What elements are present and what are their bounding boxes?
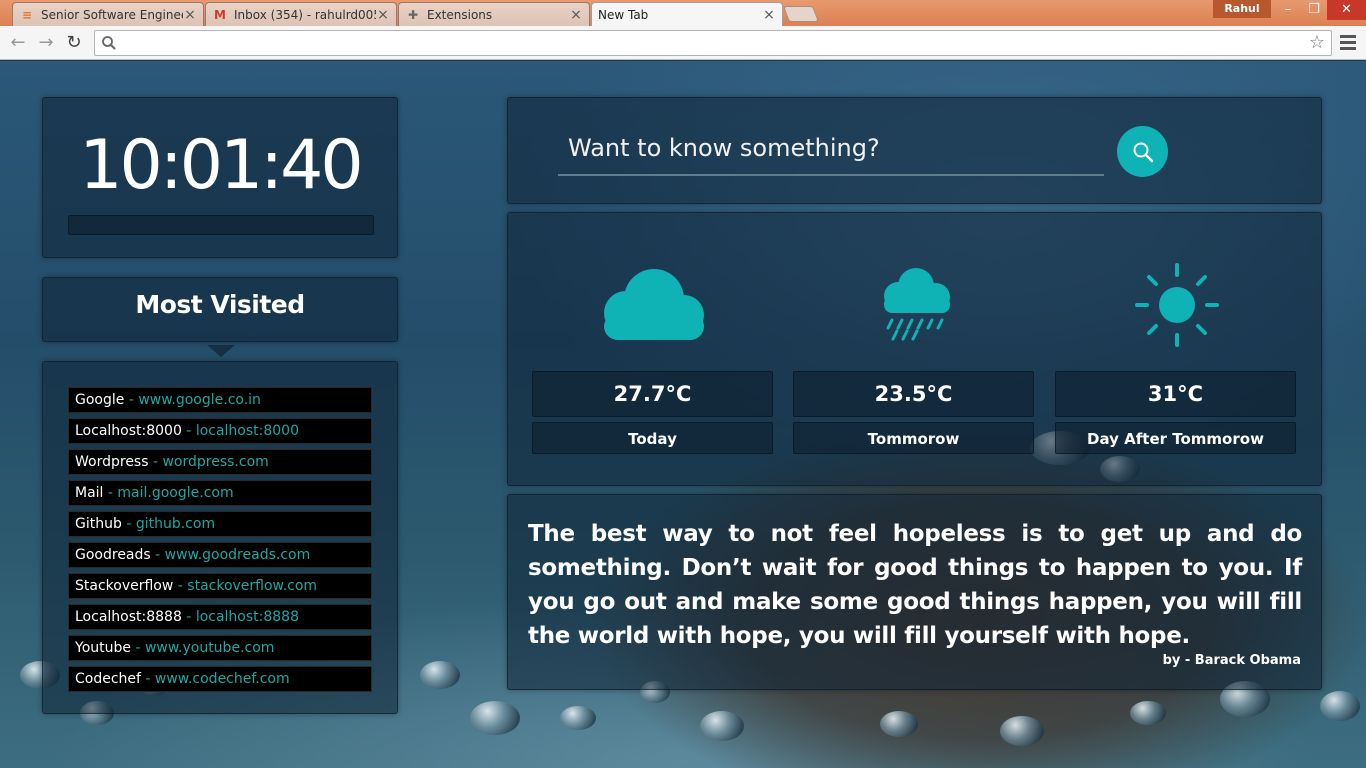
site-url[interactable]: stackoverflow.com <box>187 578 317 594</box>
site-url[interactable]: localhost:8888 <box>196 609 299 625</box>
site-name: Mail <box>75 485 104 501</box>
site-name: Youtube <box>75 640 131 656</box>
chevron-down-icon <box>207 345 235 357</box>
bookmark-star-icon[interactable]: ☆ <box>1309 32 1325 53</box>
separator: - <box>150 547 165 563</box>
address-input[interactable] <box>123 33 1303 53</box>
back-button[interactable]: ← <box>6 31 30 55</box>
cloud-icon <box>604 269 704 340</box>
weather-day-day-after: Day After Tommorow <box>1055 422 1296 454</box>
quote-text: The best way to not feel hopeless is to … <box>528 521 1302 649</box>
search-input[interactable] <box>558 122 1104 176</box>
quote-author: by - Barack Obama <box>1162 653 1301 668</box>
clock-progress-bar <box>68 215 374 235</box>
chrome-menu-button[interactable] <box>1338 32 1358 54</box>
site-name: Wordpress <box>75 454 149 470</box>
close-tab-icon[interactable]: × <box>762 7 776 23</box>
list-item[interactable]: Goodreads - www.goodreads.com <box>68 542 372 568</box>
close-tab-icon[interactable]: × <box>376 7 390 23</box>
clock-time: 10:01:40 <box>79 126 363 205</box>
new-tab-page: 10:01:40 Most Visited Google - www.googl… <box>0 61 1366 768</box>
search-icon <box>1133 142 1153 162</box>
separator: - <box>124 392 139 408</box>
separator: - <box>140 671 155 687</box>
site-url[interactable]: localhost:8000 <box>196 423 299 439</box>
list-item[interactable]: Wordpress - wordpress.com <box>68 449 372 475</box>
stackoverflow-icon: ≡ <box>21 7 33 22</box>
most-visited-list: Google - www.google.co.in Localhost:8000… <box>42 361 398 714</box>
close-tab-icon[interactable]: × <box>183 7 197 23</box>
weather-temp-tomorrow: 23.5°C <box>793 371 1034 417</box>
tab-extensions[interactable]: ✚ Extensions × <box>398 2 590 26</box>
weather-panel: 27.7°C 23.5°C 31°C Today Tommorow Day Af… <box>507 212 1322 486</box>
separator: - <box>121 516 136 532</box>
site-url[interactable]: wordpress.com <box>162 454 268 470</box>
gmail-icon: M <box>214 7 226 22</box>
site-name: Github <box>75 516 122 532</box>
most-visited-title: Most Visited <box>135 290 305 319</box>
weather-day-today: Today <box>532 422 773 454</box>
weather-temp-day-after: 31°C <box>1055 371 1296 417</box>
site-url[interactable]: www.youtube.com <box>145 640 274 656</box>
site-name: Localhost:8000 <box>75 423 182 439</box>
quote-panel: The best way to not feel hopeless is to … <box>507 494 1322 690</box>
separator: - <box>181 423 196 439</box>
list-item[interactable]: Codechef - www.codechef.com <box>68 666 372 692</box>
tab-title: New Tab <box>598 7 649 22</box>
tab-title: Extensions <box>427 7 493 22</box>
site-name: Google <box>75 392 125 408</box>
weather-day-tomorrow: Tommorow <box>793 422 1034 454</box>
list-item[interactable]: Mail - mail.google.com <box>68 480 372 506</box>
separator: - <box>181 609 196 625</box>
weather-temp-today: 27.7°C <box>532 371 773 417</box>
clock-panel: 10:01:40 <box>42 97 398 258</box>
most-visited-header: Most Visited <box>42 277 398 357</box>
tab-title: Senior Software Engineer <box>41 7 183 22</box>
separator: - <box>173 578 188 594</box>
close-tab-icon[interactable]: × <box>569 7 583 23</box>
site-name: Goodreads <box>75 547 151 563</box>
puzzle-icon: ✚ <box>407 7 419 22</box>
separator: - <box>131 640 145 656</box>
user-profile-badge[interactable]: Rahul <box>1213 0 1271 18</box>
maximize-button[interactable]: ❐ <box>1301 0 1327 20</box>
list-item[interactable]: Google - www.google.co.in <box>68 387 372 413</box>
minimize-button[interactable]: – <box>1275 0 1301 20</box>
site-name: Stackoverflow <box>75 578 174 594</box>
separator: - <box>148 454 163 470</box>
site-name: Localhost:8888 <box>75 609 182 625</box>
separator: - <box>103 485 118 501</box>
list-item[interactable]: Youtube - www.youtube.com <box>68 635 372 661</box>
list-item[interactable]: Localhost:8000 - localhost:8000 <box>68 418 372 444</box>
site-url[interactable]: github.com <box>136 516 215 532</box>
search-icon <box>102 36 116 50</box>
site-url[interactable]: mail.google.com <box>117 485 233 501</box>
site-name: Codechef <box>75 671 141 687</box>
tab-senior-software-engineer[interactable]: ≡ Senior Software Engineer × <box>12 2 204 26</box>
new-tab-button[interactable] <box>783 6 819 22</box>
list-item[interactable]: Stackoverflow - stackoverflow.com <box>68 573 372 599</box>
reload-button[interactable]: ↻ <box>62 31 86 55</box>
list-item[interactable]: Github - github.com <box>68 511 372 537</box>
tab-new-tab[interactable]: New Tab × <box>591 2 783 26</box>
site-url[interactable]: www.google.co.in <box>138 392 261 408</box>
close-window-button[interactable]: ✕ <box>1327 0 1366 20</box>
tab-title: Inbox (354) - rahulrd005@ <box>234 7 376 22</box>
address-bar[interactable]: ☆ <box>94 30 1332 56</box>
list-item[interactable]: Localhost:8888 - localhost:8888 <box>68 604 372 630</box>
sun-icon <box>1135 263 1219 347</box>
site-url[interactable]: www.codechef.com <box>155 671 290 687</box>
tab-inbox[interactable]: M Inbox (354) - rahulrd005@ × <box>205 2 397 26</box>
rain-cloud-icon <box>884 268 950 341</box>
browser-toolbar: ← → ↻ ☆ <box>0 26 1366 60</box>
search-button[interactable] <box>1117 126 1168 177</box>
forward-button[interactable]: → <box>34 31 58 55</box>
search-panel <box>507 97 1322 204</box>
site-url[interactable]: www.goodreads.com <box>165 547 311 563</box>
browser-title-bar: ≡ Senior Software Engineer × M Inbox (35… <box>0 0 1366 26</box>
